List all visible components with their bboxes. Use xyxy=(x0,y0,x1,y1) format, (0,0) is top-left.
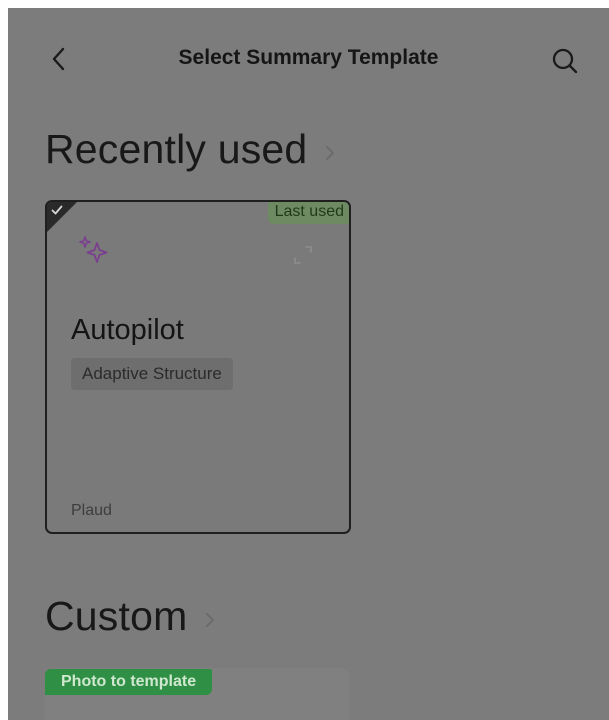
template-card-autopilot[interactable]: Last used Autopilot Adaptive Structure P… xyxy=(45,200,351,534)
recently-used-label: Recently used xyxy=(45,126,308,172)
custom-label: Custom xyxy=(45,593,188,639)
card-title: Autopilot xyxy=(71,314,184,346)
expand-icon[interactable] xyxy=(292,244,314,266)
recently-used-heading[interactable]: Recently used xyxy=(45,126,337,173)
app-screen: Select Summary Template Recently used La… xyxy=(8,8,609,720)
top-bar: Select Summary Template xyxy=(8,8,609,112)
chevron-right-icon xyxy=(206,612,215,627)
custom-heading[interactable]: Custom xyxy=(45,593,217,640)
sparkles-icon xyxy=(79,236,108,263)
search-button[interactable] xyxy=(548,44,582,78)
photo-to-template-badge[interactable]: Photo to template xyxy=(45,669,213,695)
check-icon xyxy=(51,205,63,215)
card-tag: Adaptive Structure xyxy=(71,358,233,390)
search-icon xyxy=(552,48,578,74)
card-source: Plaud xyxy=(71,502,112,519)
chevron-right-icon xyxy=(326,145,335,160)
last-used-badge: Last used xyxy=(267,202,349,224)
page-title: Select Summary Template xyxy=(178,46,439,69)
